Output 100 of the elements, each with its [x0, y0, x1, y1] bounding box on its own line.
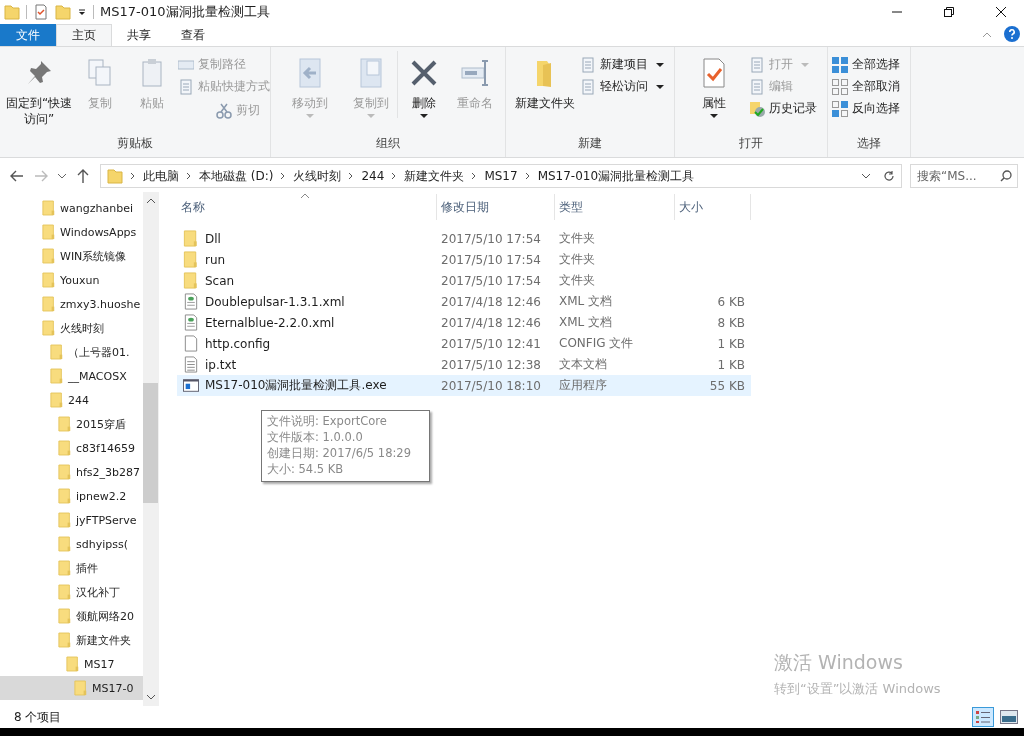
file-row[interactable]: http.config 2017/5/10 12:41 CONFIG 文件 1 KB	[177, 333, 751, 354]
ribbon-button[interactable]: 全部取消	[832, 77, 906, 96]
details-view-button[interactable]	[972, 707, 994, 727]
blank-document-icon	[183, 335, 199, 352]
chevron-icon	[348, 172, 355, 180]
help-icon[interactable]	[1004, 26, 1020, 42]
breadcrumb[interactable]: MS17	[484, 169, 518, 183]
rename-icon	[459, 57, 491, 89]
chevron-icon	[391, 172, 398, 180]
caret-icon	[656, 62, 664, 67]
ribbon-button[interactable]: 新建项目	[580, 55, 670, 74]
file-row[interactable]: Dll 2017/5/10 17:54 文件夹	[177, 228, 751, 249]
scroll-thumb[interactable]	[143, 383, 158, 503]
scroll-down-icon[interactable]	[146, 695, 155, 700]
scrollbar[interactable]	[143, 192, 158, 706]
group-label: 新建	[577, 135, 603, 152]
breadcrumb[interactable]: 此电脑	[143, 167, 179, 185]
file-row[interactable]: Scan 2017/5/10 17:54 文件夹	[177, 270, 751, 291]
thumbnails-view-button[interactable]	[998, 707, 1020, 727]
ribbon-button[interactable]: 全部选择	[832, 55, 906, 74]
close-icon	[995, 6, 1007, 18]
tree-item[interactable]: 领航网络20	[0, 604, 143, 628]
ribbon-tab[interactable]: 文件	[0, 24, 56, 46]
activation-message: 转到“设置”以激活 Windows	[774, 680, 942, 698]
breadcrumb[interactable]: MS17-010漏洞批量检测工具	[537, 167, 695, 185]
tree-item[interactable]: WindowsApps	[0, 220, 143, 244]
tree-item[interactable]: MS17-0	[0, 676, 143, 700]
tree-item[interactable]: 新建文件夹	[0, 628, 143, 652]
ribbon-button[interactable]: 删除	[397, 51, 449, 118]
caret-icon	[801, 62, 809, 67]
column-header[interactable]: 类型	[555, 194, 675, 220]
tree-item[interactable]: MS17	[0, 652, 143, 676]
column-header[interactable]: 名称	[177, 194, 437, 220]
ribbon-button[interactable]: 历史记录	[749, 99, 823, 118]
tree-item[interactable]: （上号器01.	[0, 340, 143, 364]
breadcrumb[interactable]: 244	[361, 169, 385, 183]
file-size: 1 KB	[716, 336, 746, 351]
folder-icon	[183, 230, 199, 247]
refresh-icon[interactable]	[883, 170, 895, 182]
tree-item[interactable]: 汉化补丁	[0, 580, 143, 604]
tree-item[interactable]: __MACOSX	[0, 364, 143, 388]
file-row[interactable]: Doublepulsar-1.3.1.xml 2017/4/18 12:46 XML 文档 6 KB	[177, 291, 751, 312]
modified-date: 2017/5/10 17:54	[440, 273, 542, 288]
file-name: Eternalblue-2.2.0.xml	[205, 315, 335, 330]
file-row[interactable]: ip.txt 2017/5/10 12:38 文本文档 1 KB	[177, 354, 751, 375]
tooltip-text: 大小: 54.5 KB	[267, 461, 345, 477]
tree-item[interactable]: WIN系统镜像	[0, 244, 143, 268]
breadcrumb[interactable]: 本地磁盘 (D:)	[199, 167, 274, 185]
xml-document-icon	[183, 314, 199, 331]
file-row[interactable]: Eternalblue-2.2.0.xml 2017/4/18 12:46 XML 文档 8 KB	[177, 312, 751, 333]
file-type: XML 文档	[558, 314, 614, 331]
tree-item[interactable]: c83f14659	[0, 436, 143, 460]
file-row[interactable]: run 2017/5/10 17:54 文件夹	[177, 249, 751, 270]
folder-icon	[183, 251, 199, 268]
tree-item[interactable]: 插件	[0, 556, 143, 580]
caret-icon	[656, 84, 664, 89]
tree-item[interactable]: 火线时刻	[0, 316, 143, 340]
breadcrumb[interactable]: 火线时刻	[293, 167, 342, 185]
collapse-ribbon-icon[interactable]	[982, 30, 992, 40]
caret-icon	[306, 114, 314, 118]
folder-icon	[42, 272, 56, 288]
group-label: 打开	[738, 135, 764, 152]
tree-item[interactable]: jyFTPServe	[0, 508, 143, 532]
ribbon-button[interactable]: 新建文件夹	[510, 51, 580, 111]
caret-icon	[710, 114, 718, 118]
tree-item[interactable]: zmxy3.huoshe	[0, 292, 143, 316]
tooltip-text: 文件版本: 1.0.0.0	[267, 429, 364, 445]
file-type: 文件夹	[558, 230, 596, 247]
selnone-icon	[832, 78, 848, 95]
search-field[interactable]: 搜索“MS...	[910, 164, 1018, 188]
dropdown-icon[interactable]	[862, 173, 870, 179]
scroll-up-icon[interactable]	[146, 198, 155, 203]
ribbon-tab[interactable]: 共享	[112, 24, 166, 46]
column-header[interactable]: 大小	[675, 194, 751, 220]
ribbon-button[interactable]: 反向选择	[832, 99, 906, 118]
file-type: CONFIG 文件	[558, 335, 635, 352]
checkmark-document-icon[interactable]	[33, 4, 49, 20]
tree-item[interactable]: 244	[0, 388, 143, 412]
tree-item[interactable]: ipnew2.2	[0, 484, 143, 508]
ribbon-tab[interactable]: 主页	[56, 24, 112, 46]
ribbon-button[interactable]: 轻松访问	[580, 77, 670, 96]
tree-item[interactable]: 2015穿盾	[0, 412, 143, 436]
tree-item[interactable]: wangzhanbei	[0, 196, 143, 220]
breadcrumb[interactable]: 新建文件夹	[404, 167, 465, 185]
tree-item[interactable]: sdhyipss(	[0, 532, 143, 556]
ribbon-button[interactable]: 属性	[679, 51, 749, 118]
column-header[interactable]: 修改日期	[437, 194, 555, 220]
ribbon-tab[interactable]: 查看	[166, 24, 220, 46]
file-name: Doublepulsar-1.3.1.xml	[205, 294, 345, 309]
file-size: 55 KB	[708, 378, 746, 393]
file-row[interactable]: MS17-010漏洞批量检测工具.exe 2017/5/10 18:10 应用程序 55 KB	[177, 375, 751, 396]
chevron-icon	[471, 172, 478, 180]
tree-item[interactable]: hfs2_3b287	[0, 460, 143, 484]
ribbon-button[interactable]: 固定到“快速访问”	[4, 51, 74, 127]
modified-date: 2017/5/10 18:10	[440, 378, 542, 393]
dropdown-icon[interactable]	[77, 7, 87, 17]
file-size: 6 KB	[716, 294, 746, 309]
address-bar[interactable]: 此电脑 本地磁盘 (D:) 火线时刻 244 新建文件夹 MS17 MS17-010漏洞批量检测工具	[100, 164, 902, 188]
tree-item[interactable]: Youxun	[0, 268, 143, 292]
text-document-icon	[183, 356, 199, 373]
